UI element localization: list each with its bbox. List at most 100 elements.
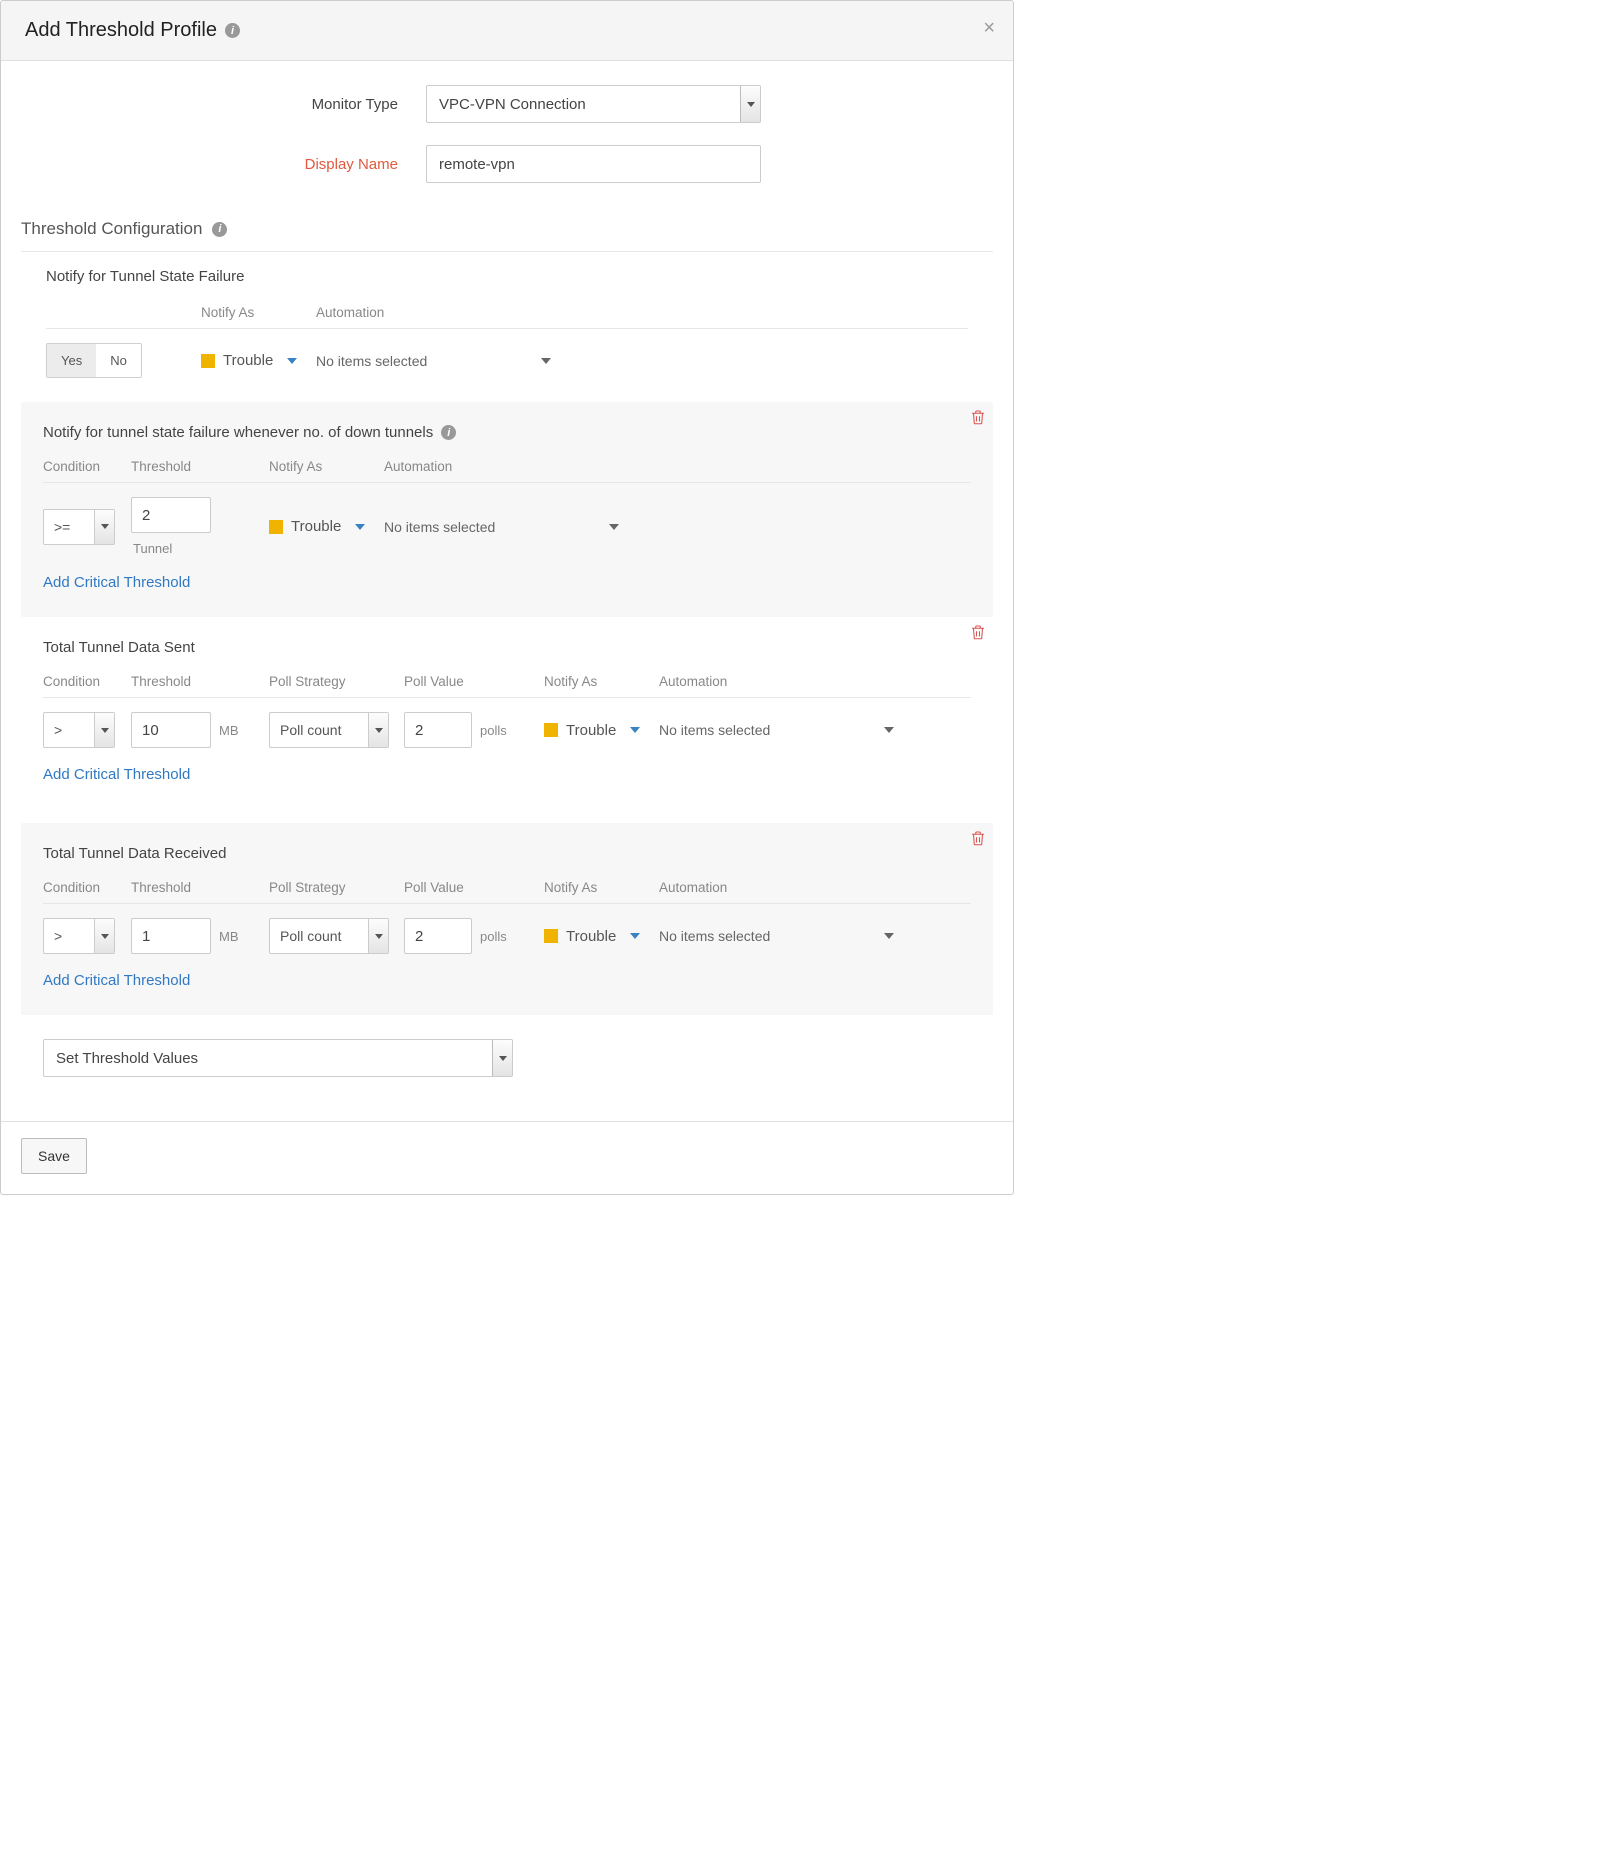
- notify-as-label: Trouble: [223, 352, 273, 369]
- col-automation: Automation: [659, 674, 894, 689]
- data-sent-headers: Condition Threshold Poll Strategy Poll V…: [43, 674, 971, 698]
- col-automation: Automation: [384, 459, 619, 474]
- notify-as-label: Trouble: [291, 518, 341, 535]
- automation-select[interactable]: No items selected: [384, 519, 619, 535]
- down-tunnels-row: >= Tunnel Trouble: [43, 483, 971, 556]
- toggle-yes[interactable]: Yes: [47, 344, 96, 377]
- col-automation: Automation: [316, 305, 551, 320]
- threshold-unit: MB: [219, 929, 239, 944]
- data-received-heading: Total Tunnel Data Received: [43, 845, 226, 862]
- condition-value: >=: [54, 519, 70, 535]
- monitor-type-select[interactable]: VPC-VPN Connection: [426, 85, 761, 123]
- chevron-down-icon: [94, 510, 114, 544]
- threshold-input[interactable]: [131, 918, 211, 954]
- condition-value: >: [54, 928, 62, 944]
- col-notify-as: Notify As: [544, 674, 659, 689]
- toggle-no[interactable]: No: [96, 344, 141, 377]
- monitor-type-value: VPC-VPN Connection: [439, 96, 586, 113]
- tunnel-failure-headers: Notify As Automation: [46, 305, 968, 329]
- automation-text: No items selected: [384, 519, 495, 535]
- tunnel-failure-block: Notify for Tunnel State Failure Notify A…: [21, 252, 993, 388]
- close-icon[interactable]: ×: [983, 17, 995, 40]
- data-sent-heading: Total Tunnel Data Sent: [43, 639, 195, 656]
- poll-value-input[interactable]: [404, 918, 472, 954]
- delete-icon[interactable]: [969, 623, 987, 641]
- display-name-input[interactable]: [426, 145, 761, 183]
- chevron-down-icon: [884, 933, 894, 939]
- display-name-label: Display Name: [21, 156, 426, 173]
- tunnel-failure-toggle[interactable]: Yes No: [46, 343, 142, 378]
- data-sent-row: > MB Poll count: [43, 698, 971, 748]
- dialog-title: Add Threshold Profile i: [25, 19, 240, 42]
- threshold-unit: Tunnel: [133, 541, 172, 556]
- chevron-down-icon: [368, 713, 388, 747]
- chevron-down-icon: [94, 919, 114, 953]
- col-poll-value: Poll Value: [404, 880, 544, 895]
- condition-select[interactable]: >: [43, 918, 115, 954]
- col-poll-strategy: Poll Strategy: [269, 674, 404, 689]
- notify-as-select[interactable]: Trouble: [544, 722, 640, 739]
- notify-as-label: Trouble: [566, 722, 616, 739]
- monitor-type-label: Monitor Type: [21, 96, 426, 113]
- automation-select[interactable]: No items selected: [659, 722, 894, 738]
- chevron-down-icon: [630, 727, 640, 733]
- automation-text: No items selected: [659, 928, 770, 944]
- delete-icon[interactable]: [969, 408, 987, 426]
- chevron-down-icon: [630, 933, 640, 939]
- data-received-headers: Condition Threshold Poll Strategy Poll V…: [43, 880, 971, 904]
- col-poll-value: Poll Value: [404, 674, 544, 689]
- chevron-down-icon: [368, 919, 388, 953]
- info-icon[interactable]: i: [225, 23, 240, 38]
- condition-value: >: [54, 722, 62, 738]
- poll-unit: polls: [480, 723, 507, 738]
- down-tunnels-headers: Condition Threshold Notify As Automation: [43, 459, 971, 483]
- notify-as-select[interactable]: Trouble: [201, 352, 297, 369]
- dialog: Add Threshold Profile i × Monitor Type V…: [0, 0, 1014, 1195]
- threshold-unit: MB: [219, 723, 239, 738]
- down-tunnels-heading-text: Notify for tunnel state failure whenever…: [43, 424, 433, 441]
- poll-strategy-value: Poll count: [280, 928, 341, 944]
- poll-strategy-select[interactable]: Poll count: [269, 918, 389, 954]
- col-spacer: [46, 305, 201, 320]
- notify-as-select[interactable]: Trouble: [544, 928, 640, 945]
- threshold-input[interactable]: [131, 712, 211, 748]
- automation-select[interactable]: No items selected: [316, 353, 551, 369]
- col-notify-as: Notify As: [201, 305, 316, 320]
- condition-select[interactable]: >=: [43, 509, 115, 545]
- add-critical-threshold-link[interactable]: Add Critical Threshold: [43, 972, 190, 989]
- poll-strategy-select[interactable]: Poll count: [269, 712, 389, 748]
- tunnel-failure-row: Yes No Trouble: [46, 329, 968, 378]
- dialog-body: Monitor Type VPC-VPN Connection Display …: [1, 61, 1013, 1117]
- down-tunnels-heading: Notify for tunnel state failure whenever…: [43, 424, 456, 441]
- data-sent-block: Total Tunnel Data Sent Condition Thresho…: [21, 617, 993, 809]
- automation-text: No items selected: [316, 353, 427, 369]
- delete-icon[interactable]: [969, 829, 987, 847]
- info-icon[interactable]: i: [441, 425, 456, 440]
- add-critical-threshold-link[interactable]: Add Critical Threshold: [43, 574, 190, 591]
- threshold-input[interactable]: [131, 497, 211, 533]
- condition-select[interactable]: >: [43, 712, 115, 748]
- dialog-title-text: Add Threshold Profile: [25, 19, 217, 42]
- col-notify-as: Notify As: [269, 459, 384, 474]
- threshold-config-section-header: Threshold Configuration i: [21, 209, 993, 252]
- add-critical-threshold-link[interactable]: Add Critical Threshold: [43, 766, 190, 783]
- chevron-down-icon: [355, 524, 365, 530]
- automation-select[interactable]: No items selected: [659, 928, 894, 944]
- down-tunnels-block: Notify for tunnel state failure whenever…: [21, 402, 993, 617]
- automation-text: No items selected: [659, 722, 770, 738]
- threshold-config-title: Threshold Configuration: [21, 219, 202, 239]
- trouble-swatch-icon: [269, 520, 283, 534]
- save-button[interactable]: Save: [21, 1138, 87, 1174]
- dialog-footer: Save: [1, 1121, 1013, 1194]
- notify-as-label: Trouble: [566, 928, 616, 945]
- poll-value-input[interactable]: [404, 712, 472, 748]
- trouble-swatch-icon: [544, 723, 558, 737]
- col-condition: Condition: [43, 880, 131, 895]
- poll-strategy-value: Poll count: [280, 722, 341, 738]
- info-icon[interactable]: i: [212, 222, 227, 237]
- notify-as-select[interactable]: Trouble: [269, 518, 365, 535]
- set-threshold-select[interactable]: Set Threshold Values: [43, 1039, 513, 1077]
- col-threshold: Threshold: [131, 459, 269, 474]
- trouble-swatch-icon: [201, 354, 215, 368]
- col-automation: Automation: [659, 880, 894, 895]
